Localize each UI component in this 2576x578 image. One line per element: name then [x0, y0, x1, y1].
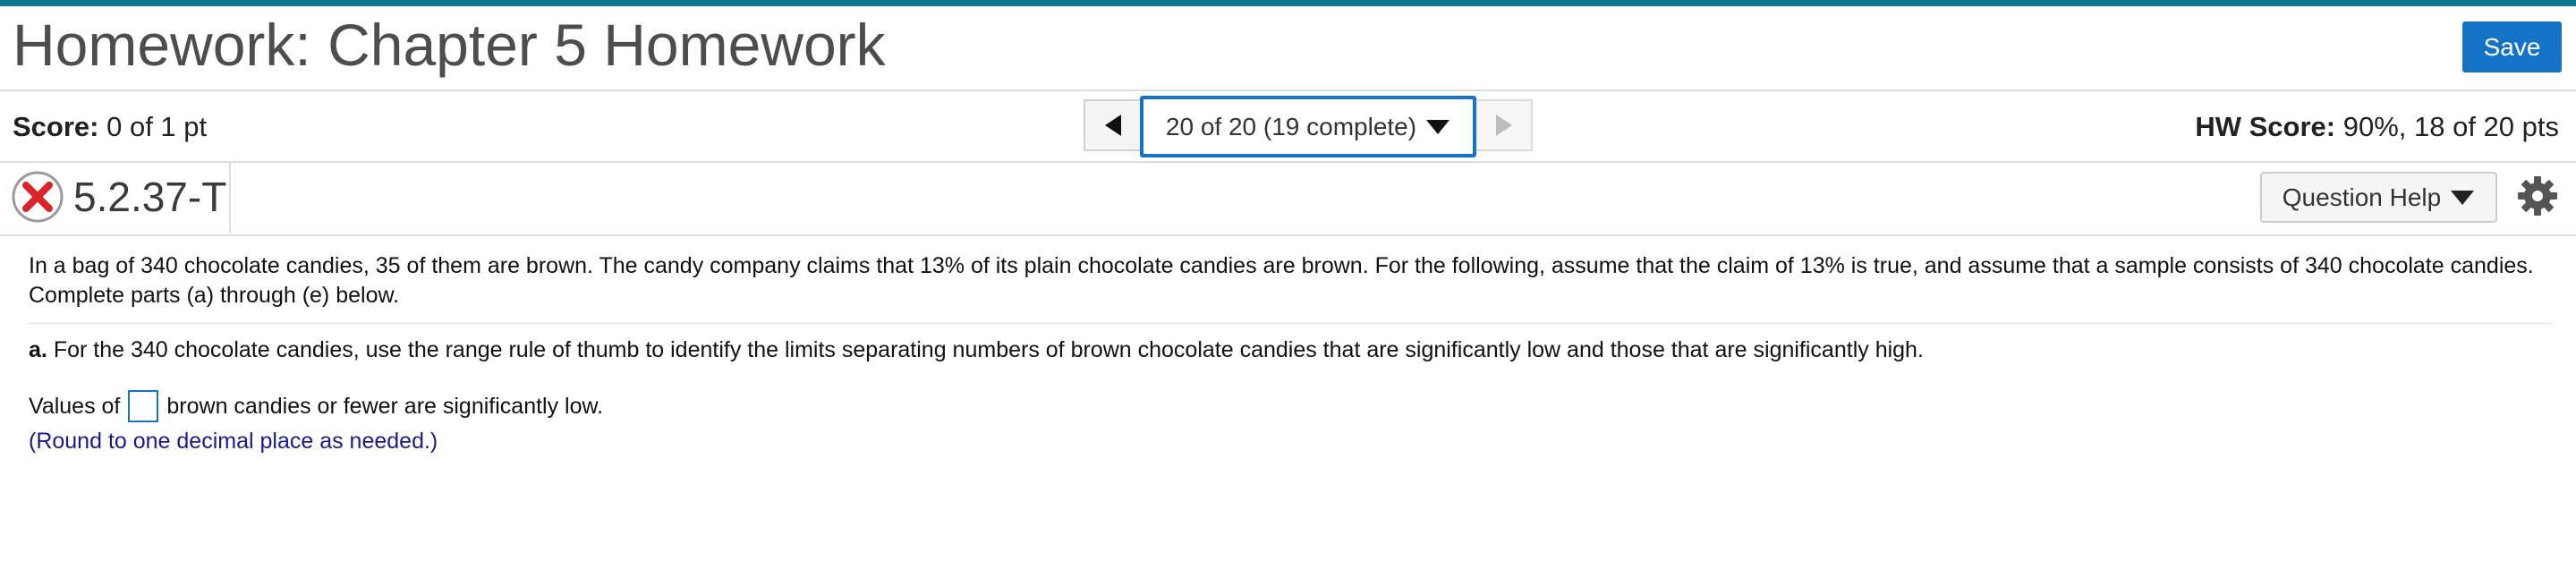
question-id: 5.2.37-T: [73, 174, 227, 220]
divider: [0, 161, 2576, 163]
answer-prefix: Values of: [29, 394, 121, 419]
question-select[interactable]: 20 of 20 (19 complete): [1140, 96, 1476, 157]
part-a-label: a.: [29, 337, 47, 362]
question-intro: In a bag of 340 chocolate candies, 35 of…: [29, 253, 2534, 308]
score-display: Score: 0 of 1 pt: [13, 107, 207, 147]
caret-down-icon: [1426, 119, 1450, 134]
page-title: Homework: Chapter 5 Homework: [13, 12, 886, 78]
caret-left-icon: [1104, 115, 1121, 136]
save-button[interactable]: Save: [2462, 21, 2562, 72]
caret-down-icon: [2451, 190, 2475, 205]
vertical-divider: [229, 163, 231, 233]
question-help-label: Question Help: [2282, 183, 2442, 211]
top-accent-bar: [0, 0, 2576, 6]
score-label: Score:: [13, 111, 99, 142]
gear-icon[interactable]: [2517, 175, 2558, 217]
hw-score-display: HW Score: 90%, 18 of 20 pts: [2195, 107, 2559, 147]
hw-score-value: 90%, 18 of 20 pts: [2342, 111, 2559, 142]
answer-line: Values of brown candies or fewer are sig…: [29, 388, 603, 424]
question-select-value: 20 of 20 (19 complete): [1165, 112, 1417, 140]
divider: [0, 234, 2576, 236]
question-help-button[interactable]: Question Help: [2260, 172, 2497, 223]
part-a-text: For the 340 chocolate candies, use the r…: [53, 337, 1924, 362]
x-circle-icon: [12, 171, 64, 223]
answer-input[interactable]: [128, 390, 159, 422]
next-question-button[interactable]: [1476, 99, 1533, 151]
divider: [0, 89, 2576, 91]
rounding-hint: (Round to one decimal place as needed.): [29, 429, 438, 454]
answer-suffix: brown candies or fewer are significantly…: [166, 394, 604, 419]
previous-question-button[interactable]: [1084, 99, 1140, 151]
hw-score-label: HW Score:: [2195, 111, 2336, 142]
part-a-prompt: a. For the 340 chocolate candies, use th…: [29, 336, 1924, 365]
caret-right-icon: [1495, 115, 1512, 136]
divider: [29, 323, 2552, 324]
score-value: 0 of 1 pt: [106, 111, 208, 142]
